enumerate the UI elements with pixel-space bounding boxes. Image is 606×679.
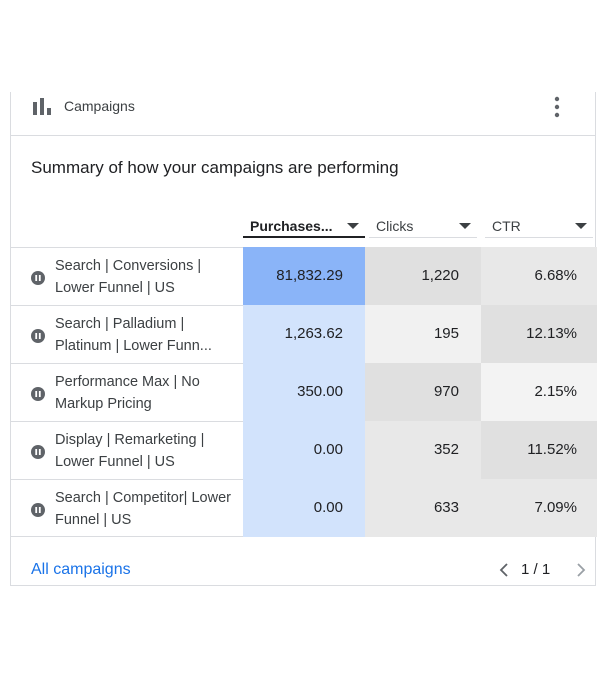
card-header: Campaigns [11,92,595,136]
caret-down-icon [347,223,359,229]
paused-status-icon [31,329,45,343]
table-row[interactable]: Search | Conversions | Lower Funnel | US… [11,247,597,305]
column-header-label: Purchases... [250,218,333,234]
paused-status-icon [31,387,45,401]
column-header-label: CTR [492,218,521,234]
campaign-name-cell[interactable]: Search | Conversions | Lower Funnel | US [11,247,243,305]
table-row[interactable]: Search | Competitor| Lower Funnel | US 0.… [11,479,597,537]
column-header-clicks[interactable]: Clicks [369,212,477,238]
clicks-cell: 352 [365,421,481,479]
table-row[interactable]: Performance Max | No Markup Pricing 350.0… [11,363,597,421]
campaigns-card: Campaigns Summary of how your campaigns … [10,92,597,586]
clicks-cell: 1,220 [365,247,481,305]
table-row[interactable]: Search | Palladium | Platinum | Lower Fu… [11,305,597,363]
table-row[interactable]: Display | Remarketing | Lower Funnel | U… [11,421,597,479]
purchases-cell: 1,263.62 [243,305,365,363]
paused-status-icon [31,503,45,517]
caret-down-icon [575,223,587,229]
paused-status-icon [31,271,45,285]
column-header-ctr[interactable]: CTR [485,212,593,238]
clicks-cell: 970 [365,363,481,421]
campaign-name[interactable]: Search | Competitor| Lower Funnel | US [55,487,237,531]
bar-chart-icon [33,98,51,115]
column-header-purchases[interactable]: Purchases... [243,212,365,238]
campaign-name[interactable]: Search | Conversions | Lower Funnel | US [55,255,237,299]
clicks-cell: 633 [365,479,481,537]
campaign-name[interactable]: Search | Palladium | Platinum | Lower Fu… [55,313,237,357]
campaigns-table: Search | Conversions | Lower Funnel | US… [11,247,597,537]
column-header-label: Clicks [376,218,414,234]
ctr-cell: 2.15% [481,363,597,421]
purchases-cell: 81,832.29 [243,247,365,305]
purchases-cell: 0.00 [243,479,365,537]
chevron-left-icon[interactable] [499,562,509,578]
campaign-name-cell[interactable]: Search | Palladium | Platinum | Lower Fu… [11,305,243,363]
pagination-text: 1 / 1 [521,561,551,578]
ctr-cell: 12.13% [481,305,597,363]
chevron-right-icon[interactable] [576,562,586,578]
campaign-name[interactable]: Display | Remarketing | Lower Funnel | U… [55,429,237,473]
ctr-cell: 6.68% [481,247,597,305]
campaign-name-cell[interactable]: Display | Remarketing | Lower Funnel | U… [11,421,243,479]
all-campaigns-link[interactable]: All campaigns [31,561,131,579]
campaign-name-cell[interactable]: Search | Competitor| Lower Funnel | US [11,479,243,537]
campaign-name[interactable]: Performance Max | No Markup Pricing [55,371,237,415]
ctr-cell: 7.09% [481,479,597,537]
ctr-cell: 11.52% [481,421,597,479]
campaign-name-cell[interactable]: Performance Max | No Markup Pricing [11,363,243,421]
summary-title: Summary of how your campaigns are perfor… [31,158,399,177]
purchases-cell: 350.00 [243,363,365,421]
purchases-cell: 0.00 [243,421,365,479]
clicks-cell: 195 [365,305,481,363]
card-title: Campaigns [64,98,135,114]
paused-status-icon [31,445,45,459]
caret-down-icon [459,223,471,229]
more-vert-icon[interactable] [551,95,563,119]
